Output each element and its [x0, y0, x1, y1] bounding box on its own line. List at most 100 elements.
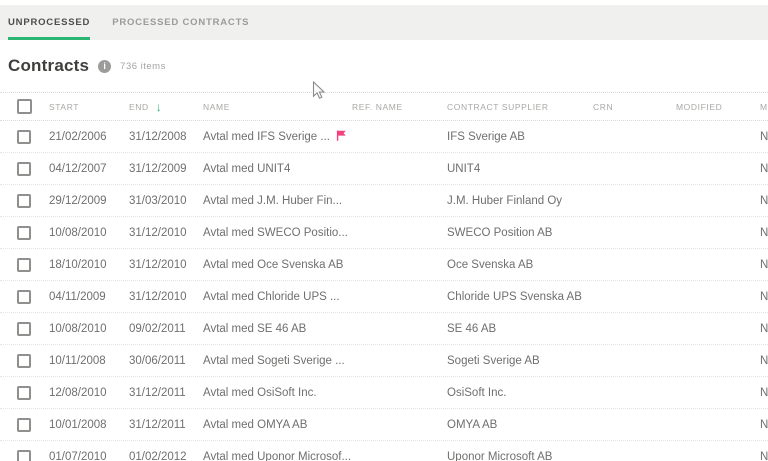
- cell-start: 10/11/2008: [49, 355, 129, 367]
- cell-name: Avtal med Oce Svenska AB: [203, 259, 352, 271]
- sort-desc-arrow-icon[interactable]: ↓: [156, 100, 163, 114]
- page-title: Contracts: [8, 56, 89, 76]
- cell-name: Avtal med Uponor Microsof...: [203, 451, 352, 461]
- cell-contract-supplier: Oce Svenska AB: [447, 259, 593, 271]
- cell-start: 18/10/2010: [49, 259, 129, 271]
- cell-name-text: Avtal med J.M. Huber Fin...: [203, 195, 342, 207]
- table-row[interactable]: 10/01/2008 31/12/2011 Avtal med OMYA AB …: [0, 409, 768, 441]
- table-row[interactable]: 04/11/2009 31/12/2010 Avtal med Chloride…: [0, 281, 768, 313]
- table-row[interactable]: 01/07/2010 01/02/2012 Avtal med Uponor M…: [0, 441, 768, 461]
- column-header-name[interactable]: NAME: [203, 102, 352, 112]
- row-checkbox[interactable]: [17, 226, 31, 240]
- row-checkbox-cell: [0, 226, 49, 240]
- cell-start: 21/02/2006: [49, 131, 129, 143]
- cell-name-text: Avtal med Uponor Microsof...: [203, 451, 351, 461]
- cell-m: N: [760, 227, 768, 239]
- row-checkbox[interactable]: [17, 322, 31, 336]
- cell-contract-supplier: IFS Sverige AB: [447, 131, 593, 143]
- cell-start: 04/12/2007: [49, 163, 129, 175]
- cell-contract-supplier: Chloride UPS Svenska AB: [447, 291, 593, 303]
- row-checkbox[interactable]: [17, 450, 31, 461]
- table-row[interactable]: 10/11/2008 30/06/2011 Avtal med Sogeti S…: [0, 345, 768, 377]
- cell-end: 31/12/2009: [129, 163, 203, 175]
- header-checkbox-cell: [0, 99, 49, 114]
- row-checkbox[interactable]: [17, 258, 31, 272]
- column-header-ref-name[interactable]: REF. NAME: [352, 102, 447, 112]
- row-checkbox[interactable]: [17, 418, 31, 432]
- cell-name: Avtal med J.M. Huber Fin...: [203, 195, 352, 207]
- tab-processed-contracts[interactable]: PROCESSED CONTRACTS: [112, 5, 249, 40]
- row-checkbox-cell: [0, 194, 49, 208]
- table-body: 21/02/2006 31/12/2008 Avtal med IFS Sver…: [0, 121, 768, 461]
- row-checkbox[interactable]: [17, 162, 31, 176]
- cell-name-text: Avtal med IFS Sverige ...: [203, 131, 330, 143]
- cell-name-text: Avtal med SE 46 AB: [203, 323, 306, 335]
- cell-start: 10/01/2008: [49, 419, 129, 431]
- column-header-end[interactable]: END ↓: [129, 100, 203, 114]
- column-header-modified[interactable]: MODIFIED: [676, 102, 760, 112]
- cell-name-text: Avtal med SWECO Positio...: [203, 227, 348, 239]
- cell-name: Avtal med Chloride UPS ...: [203, 291, 352, 303]
- row-checkbox[interactable]: [17, 290, 31, 304]
- cell-end: 31/12/2010: [129, 227, 203, 239]
- cell-end: 31/03/2010: [129, 195, 203, 207]
- row-checkbox[interactable]: [17, 386, 31, 400]
- row-checkbox-cell: [0, 162, 49, 176]
- row-checkbox[interactable]: [17, 194, 31, 208]
- column-header-end-label: END: [129, 102, 149, 112]
- row-checkbox[interactable]: [17, 130, 31, 144]
- cell-end: 01/02/2012: [129, 451, 203, 461]
- row-checkbox-cell: [0, 354, 49, 368]
- column-header-start[interactable]: START: [49, 102, 129, 112]
- page-header: Contracts i 736 items: [0, 40, 768, 92]
- cell-name-text: Avtal med Sogeti Sverige ...: [203, 355, 345, 367]
- column-header-crn[interactable]: CRN: [593, 102, 676, 112]
- row-checkbox-cell: [0, 450, 49, 461]
- cell-start: 10/08/2010: [49, 323, 129, 335]
- cell-m: N: [760, 419, 768, 431]
- cell-contract-supplier: SWECO Position AB: [447, 227, 593, 239]
- table-row[interactable]: 10/08/2010 09/02/2011 Avtal med SE 46 AB…: [0, 313, 768, 345]
- table-row[interactable]: 12/08/2010 31/12/2011 Avtal med OsiSoft …: [0, 377, 768, 409]
- table-row[interactable]: 10/08/2010 31/12/2010 Avtal med SWECO Po…: [0, 217, 768, 249]
- table-row[interactable]: 18/10/2010 31/12/2010 Avtal med Oce Sven…: [0, 249, 768, 281]
- cell-name: Avtal med IFS Sverige ...: [203, 130, 352, 144]
- info-icon[interactable]: i: [98, 60, 111, 73]
- table-row[interactable]: 29/12/2009 31/03/2010 Avtal med J.M. Hub…: [0, 185, 768, 217]
- cell-end: 31/12/2011: [129, 387, 203, 399]
- tab-bar: UNPROCESSED PROCESSED CONTRACTS: [0, 5, 768, 40]
- column-header-m[interactable]: M...: [760, 102, 768, 112]
- cell-contract-supplier: OsiSoft Inc.: [447, 387, 593, 399]
- tab-unprocessed[interactable]: UNPROCESSED: [8, 5, 90, 40]
- cell-end: 31/12/2010: [129, 259, 203, 271]
- cell-name: Avtal med OsiSoft Inc.: [203, 387, 352, 399]
- cell-m: N: [760, 323, 768, 335]
- row-checkbox[interactable]: [17, 354, 31, 368]
- cell-end: 09/02/2011: [129, 323, 203, 335]
- cell-contract-supplier: Uponor Microsoft AB: [447, 451, 593, 461]
- cell-m: N: [760, 451, 768, 461]
- cell-m: N: [760, 355, 768, 367]
- cell-start: 10/08/2010: [49, 227, 129, 239]
- table-row[interactable]: 04/12/2007 31/12/2009 Avtal med UNIT4 UN…: [0, 153, 768, 185]
- flag-icon: [336, 130, 347, 144]
- cell-start: 29/12/2009: [49, 195, 129, 207]
- cell-start: 04/11/2009: [49, 291, 129, 303]
- cell-m: N: [760, 163, 768, 175]
- cell-contract-supplier: SE 46 AB: [447, 323, 593, 335]
- cell-m: N: [760, 195, 768, 207]
- row-checkbox-cell: [0, 386, 49, 400]
- row-checkbox-cell: [0, 418, 49, 432]
- row-checkbox-cell: [0, 258, 49, 272]
- cell-contract-supplier: J.M. Huber Finland Oy: [447, 195, 593, 207]
- select-all-checkbox[interactable]: [17, 99, 32, 114]
- cell-name: Avtal med SE 46 AB: [203, 323, 352, 335]
- cell-name: Avtal med UNIT4: [203, 163, 352, 175]
- cell-name-text: Avtal med Oce Svenska AB: [203, 259, 343, 271]
- cell-start: 01/07/2010: [49, 451, 129, 461]
- cell-contract-supplier: Sogeti Sverige AB: [447, 355, 593, 367]
- column-header-contract-supplier[interactable]: CONTRACT SUPPLIER: [447, 102, 593, 112]
- cell-end: 31/12/2010: [129, 291, 203, 303]
- table-row[interactable]: 21/02/2006 31/12/2008 Avtal med IFS Sver…: [0, 121, 768, 153]
- items-count: 736 items: [120, 61, 166, 72]
